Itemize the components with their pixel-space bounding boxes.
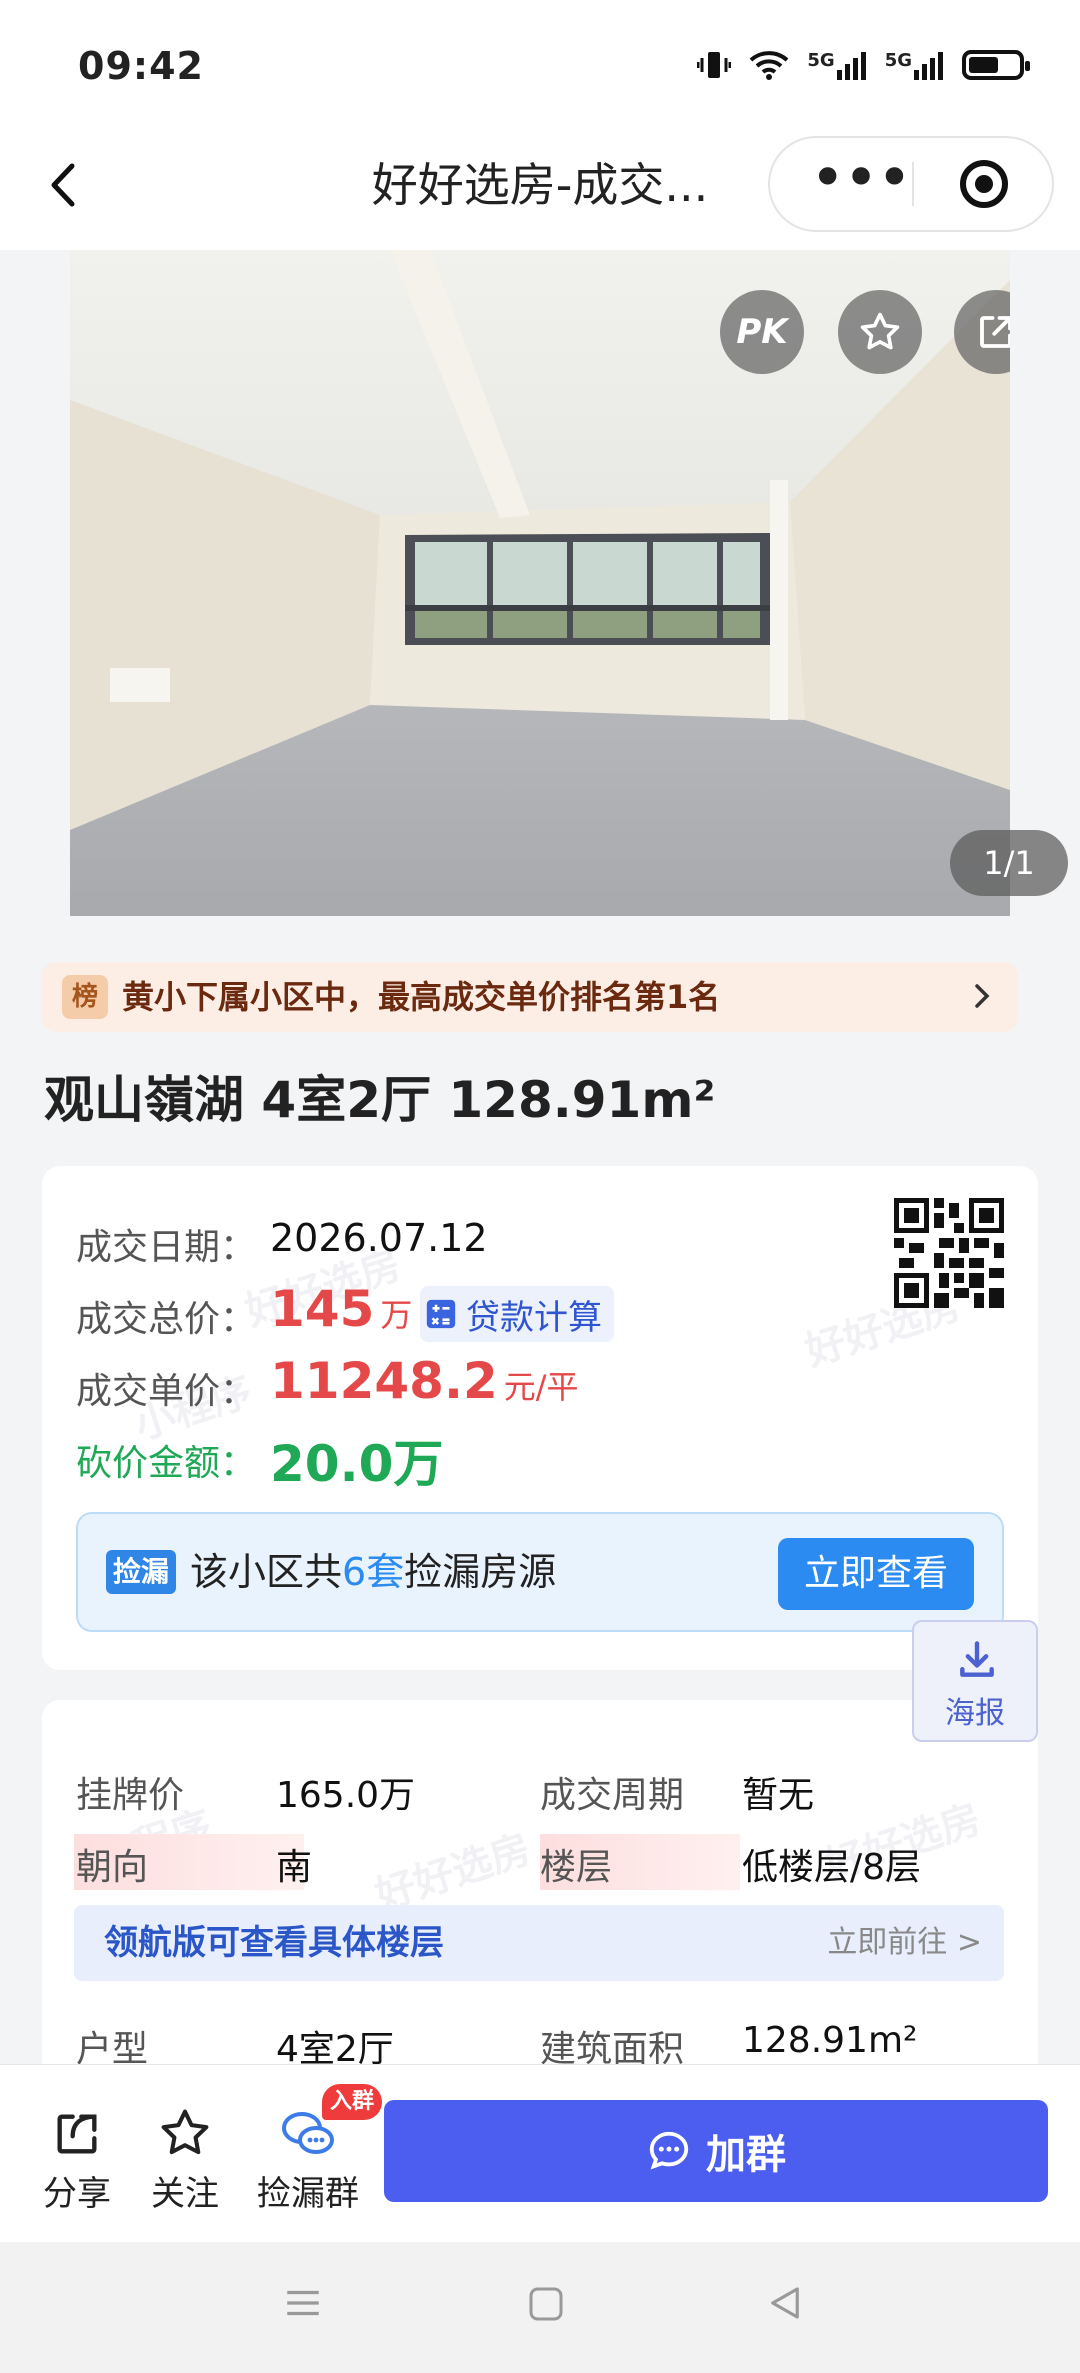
- deal-date-value: 2026.07.12: [270, 1216, 488, 1260]
- rank-text: 黄小下属小区中，最高成交单价排名第1名: [122, 978, 721, 1016]
- pro-go-link[interactable]: 立即前往 >: [827, 1905, 982, 1981]
- pk-button[interactable]: PK: [720, 290, 804, 374]
- battery-icon: [962, 50, 1030, 80]
- leak-banner[interactable]: 捡漏 该小区共6套捡漏房源 立即查看: [76, 1512, 1004, 1632]
- close-miniapp-icon[interactable]: [960, 160, 1008, 208]
- qr-code-icon[interactable]: [894, 1198, 1004, 1308]
- view-now-button[interactable]: 立即查看: [778, 1538, 974, 1610]
- share-icon: [57, 2114, 97, 2154]
- rank-badge: 榜: [62, 975, 108, 1019]
- signal-5g-icon: 5G: [885, 50, 944, 80]
- poster-label: 海报: [945, 1696, 1005, 1731]
- pro-floor-text: 领航版可查看具体楼层: [104, 1923, 444, 1963]
- deal-total-label: 成交总价：: [76, 1299, 257, 1340]
- poster-button[interactable]: 海报: [912, 1620, 1038, 1742]
- cycle-label: 成交周期: [540, 1775, 685, 1816]
- deal-unit-label: 成交单价：: [76, 1371, 257, 1412]
- download-icon: [960, 1641, 994, 1677]
- home-icon[interactable]: [526, 2284, 566, 2324]
- leak-tag: 捡漏: [106, 1550, 176, 1594]
- leak-count: 6套: [342, 1550, 405, 1594]
- share-label: 分享: [43, 2174, 111, 2214]
- page-title: 好好选房-成交...: [371, 158, 709, 212]
- deal-unit-value: 11248.2: [270, 1352, 498, 1410]
- orientation-value: 南: [276, 1847, 313, 1888]
- floor-value: 低楼层/8层: [742, 1847, 922, 1888]
- status-time: 09:42: [78, 44, 204, 88]
- status-icons: 5G 5G: [697, 48, 1030, 82]
- back-icon[interactable]: [36, 150, 96, 220]
- house-photo[interactable]: PK: [70, 250, 1010, 916]
- join-group-button[interactable]: 加群: [384, 2100, 1048, 2202]
- miniapp-capsule: •••: [768, 136, 1054, 232]
- favorite-button[interactable]: [838, 290, 922, 374]
- wifi-icon: [750, 51, 789, 80]
- back-nav-icon[interactable]: [764, 2282, 806, 2324]
- deal-date-label: 成交日期：: [76, 1227, 257, 1268]
- loan-calc-button[interactable]: 贷款计算: [420, 1286, 614, 1342]
- listing-label: 挂牌价: [76, 1775, 185, 1816]
- share-icon: [980, 316, 1010, 348]
- join-badge: 入群: [322, 2084, 382, 2120]
- deal-unit: 11248.2 元/平: [270, 1352, 579, 1410]
- signal-5g-icon: 5G: [807, 50, 866, 80]
- loan-calc-label: 贷款计算: [466, 1297, 602, 1338]
- capsule-divider: [912, 162, 914, 206]
- pro-floor-banner[interactable]: 领航版可查看具体楼层 立即前往 >: [74, 1905, 1004, 1981]
- deal-total-unit: 万: [380, 1296, 413, 1334]
- chat-bubble-icon: [649, 2131, 689, 2170]
- menu-icon[interactable]: [282, 2282, 324, 2324]
- cycle-value: 暂无: [742, 1775, 815, 1816]
- deal-total: 145 万: [270, 1280, 412, 1338]
- cut-label: 砍价金额：: [76, 1443, 257, 1484]
- area-value: 128.91m²: [742, 2020, 918, 2061]
- more-icon[interactable]: •••: [810, 138, 912, 230]
- deal-unit-unit: 元/平: [503, 1368, 579, 1406]
- follow-button[interactable]: 关注: [130, 2100, 240, 2215]
- vibrate-icon: [697, 52, 732, 78]
- chevron-right-icon: [975, 984, 990, 1008]
- orientation-label: 朝向: [76, 1847, 149, 1888]
- rank-banner[interactable]: 榜 黄小下属小区中，最高成交单价排名第1名: [42, 962, 1018, 1032]
- star-icon: [161, 2109, 209, 2155]
- deal-total-value: 145: [270, 1280, 375, 1338]
- group-label: 捡漏群: [257, 2174, 359, 2214]
- system-nav-bar: [0, 2242, 1080, 2373]
- cut-value: 20.0万: [270, 1435, 444, 1493]
- leak-suffix: 捡漏房源: [404, 1550, 557, 1594]
- photo-counter: 1/1: [950, 830, 1068, 896]
- calculator-icon: [426, 1299, 456, 1329]
- share-button[interactable]: 分享: [22, 2100, 132, 2215]
- floor-label: 楼层: [540, 1847, 613, 1888]
- follow-label: 关注: [151, 2174, 219, 2214]
- join-group-label: 加群: [706, 2132, 786, 2178]
- leak-text: 该小区共6套捡漏房源: [190, 1514, 556, 1630]
- star-icon: [860, 312, 900, 350]
- house-title: 观山嶺湖 4室2厅 128.91m²: [44, 1071, 716, 1129]
- leak-prefix: 该小区共: [190, 1550, 343, 1594]
- listing-value: 165.0万: [276, 1775, 416, 1816]
